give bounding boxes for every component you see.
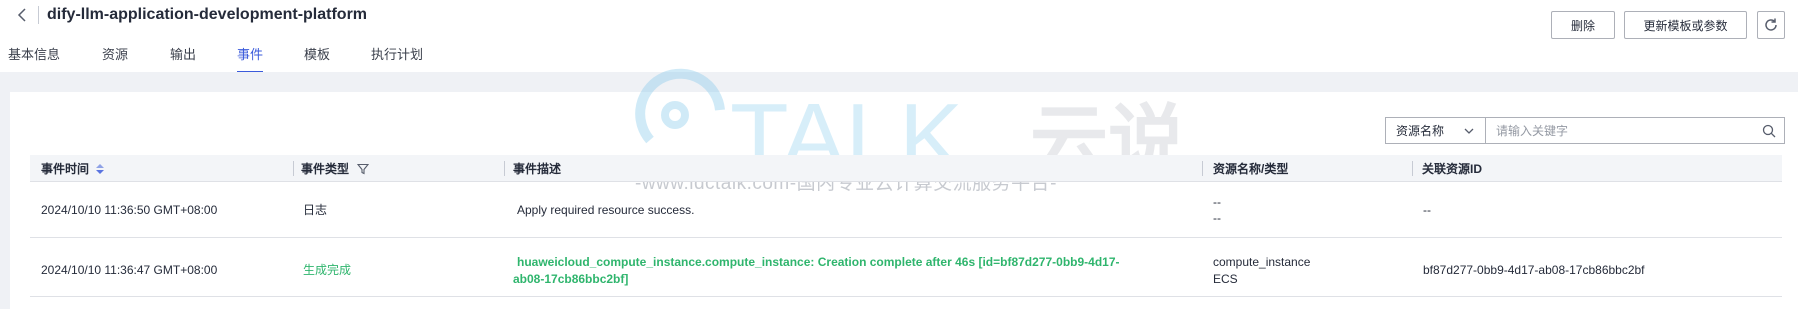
column-header-resource-id: 关联资源ID [1422,162,1483,176]
column-divider [293,161,294,176]
filter-field-label: 资源名称 [1396,124,1445,138]
event-time: 2024/10/10 11:36:50 GMT+08:00 [41,203,218,217]
event-type: 生成完成 [303,263,352,277]
search-input[interactable] [1486,118,1746,143]
resource-id: -- [1423,203,1431,217]
search-filter: 资源名称 [1385,117,1785,144]
chevron-down-icon [1464,128,1474,134]
back-chevron-icon [17,8,26,22]
resource-name: -- [1213,195,1221,209]
sort-icon[interactable] [95,163,105,175]
search-box [1485,117,1785,144]
title-divider [38,6,39,24]
filter-field-select[interactable]: 资源名称 [1385,117,1485,144]
resource-name: compute_instance [1213,255,1311,269]
table-row: 2024/10/10 11:36:50 GMT+08:00 日志 Apply r… [30,182,1782,238]
event-time: 2024/10/10 11:36:47 GMT+08:00 [41,263,218,277]
filter-icon[interactable] [357,163,370,175]
column-header-description: 事件描述 [513,162,562,176]
event-description-line1: huaweicloud_compute_instance.compute_ins… [517,255,1120,269]
column-header-resource: 资源名称/类型 [1213,162,1289,176]
column-divider [504,161,505,176]
resource-type: ECS [1213,272,1238,286]
search-icon[interactable] [1762,124,1776,138]
event-description-line2: ab08-17cb86bbc2bf] [513,272,629,286]
event-description: Apply required resource success. [517,203,695,217]
tab-events[interactable]: 事件 [237,44,264,73]
tab-outputs[interactable]: 输出 [170,44,196,72]
back-button[interactable] [12,4,32,26]
column-divider [1412,161,1413,176]
table-header: 事件时间 事件类型 事件描述 资源名称/类型 关联资源ID [30,155,1782,182]
page-title: dify-llm-application-development-platfor… [47,6,368,23]
column-header-type[interactable]: 事件类型 [301,155,370,182]
table-row: 2024/10/10 11:36:47 GMT+08:00 生成完成 huawe… [30,238,1782,297]
tab-execution-plan[interactable]: 执行计划 [371,44,423,72]
update-template-button[interactable]: 更新模板或参数 [1624,11,1747,39]
column-header-time[interactable]: 事件时间 [41,155,105,182]
page-header: dify-llm-application-development-platfor… [0,0,1798,73]
event-type: 日志 [303,203,328,217]
delete-button[interactable]: 删除 [1551,11,1615,39]
tab-basic-info[interactable]: 基本信息 [8,44,60,72]
resource-id: bf87d277-0bb9-4d17-ab08-17cb86bbc2bf [1423,263,1645,277]
refresh-icon [1765,18,1777,31]
tab-template[interactable]: 模板 [304,44,330,72]
refresh-button[interactable] [1757,11,1785,39]
tab-resources[interactable]: 资源 [102,44,128,72]
resource-type: -- [1213,211,1221,225]
column-divider [1202,161,1203,176]
